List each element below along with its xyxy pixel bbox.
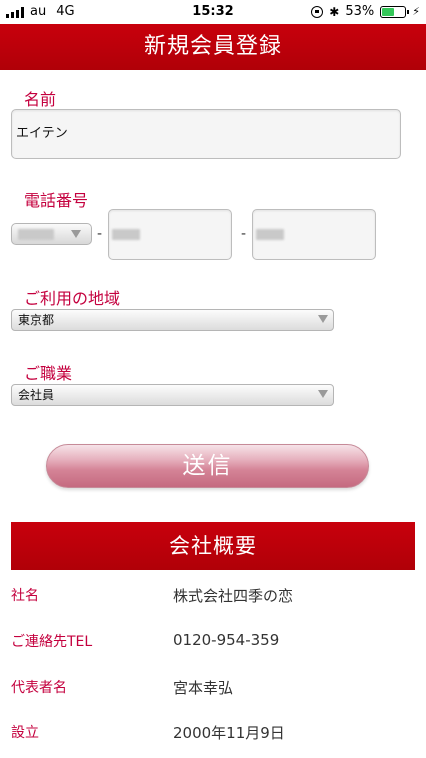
phone-last-value (256, 229, 284, 240)
phone-middle-value (112, 229, 140, 240)
info-row-established: 設立 2000年11月9日 (11, 722, 415, 758)
info-value: 宮本幸弘 (173, 679, 234, 697)
info-row-contact-tel: ご連絡先TEL 0120-954-359 (11, 631, 415, 677)
name-input[interactable]: エイテン (11, 109, 401, 159)
phone-dash-2: - (241, 226, 247, 242)
phone-dash: - (97, 226, 103, 242)
company-section-title: 会社概要 (11, 522, 415, 570)
phone-middle-input[interactable] (108, 209, 232, 260)
status-right: ✱ 53% ⚡ (311, 4, 420, 19)
phone-last-input[interactable] (252, 209, 376, 260)
page-title: 新規会員登録 (0, 24, 426, 70)
charging-icon: ⚡ (412, 5, 420, 18)
info-key: 社名 (11, 588, 39, 604)
info-value-tel-link[interactable]: 0120-954-359 (173, 631, 279, 649)
chevron-down-icon (71, 230, 81, 238)
name-label: 名前 (24, 90, 57, 109)
battery-percent: 53% (345, 4, 375, 19)
bluetooth-icon: ✱ (329, 4, 340, 19)
phone-prefix-value (18, 229, 54, 240)
status-bar: au 4G 15:32 ✱ 53% ⚡ (0, 0, 426, 24)
region-select[interactable]: 東京都 (11, 309, 334, 331)
job-select[interactable]: 会社員 (11, 384, 334, 406)
phone-label: 電話番号 (24, 191, 89, 210)
chevron-down-icon (318, 390, 328, 398)
battery-fill (382, 7, 394, 16)
info-value: 株式会社四季の恋 (173, 587, 294, 605)
chevron-down-icon (318, 315, 328, 323)
battery-icon (380, 5, 410, 18)
phone-prefix-select[interactable] (11, 223, 92, 245)
rotation-lock-icon (311, 5, 324, 18)
region-select-value: 東京都 (18, 313, 55, 327)
info-key: 代表者名 (11, 680, 67, 696)
submit-button[interactable]: 送信 (46, 444, 369, 488)
info-key: 設立 (11, 725, 39, 741)
job-label: ご職業 (24, 364, 73, 383)
region-label: ご利用の地域 (24, 289, 121, 308)
info-value: 2000年11月9日 (173, 724, 285, 742)
info-key: ご連絡先TEL (11, 634, 93, 650)
info-row-company-name: 社名 株式会社四季の恋 (11, 585, 415, 631)
info-row-representative: 代表者名 宮本幸弘 (11, 677, 415, 723)
job-select-value: 会社員 (18, 388, 55, 402)
